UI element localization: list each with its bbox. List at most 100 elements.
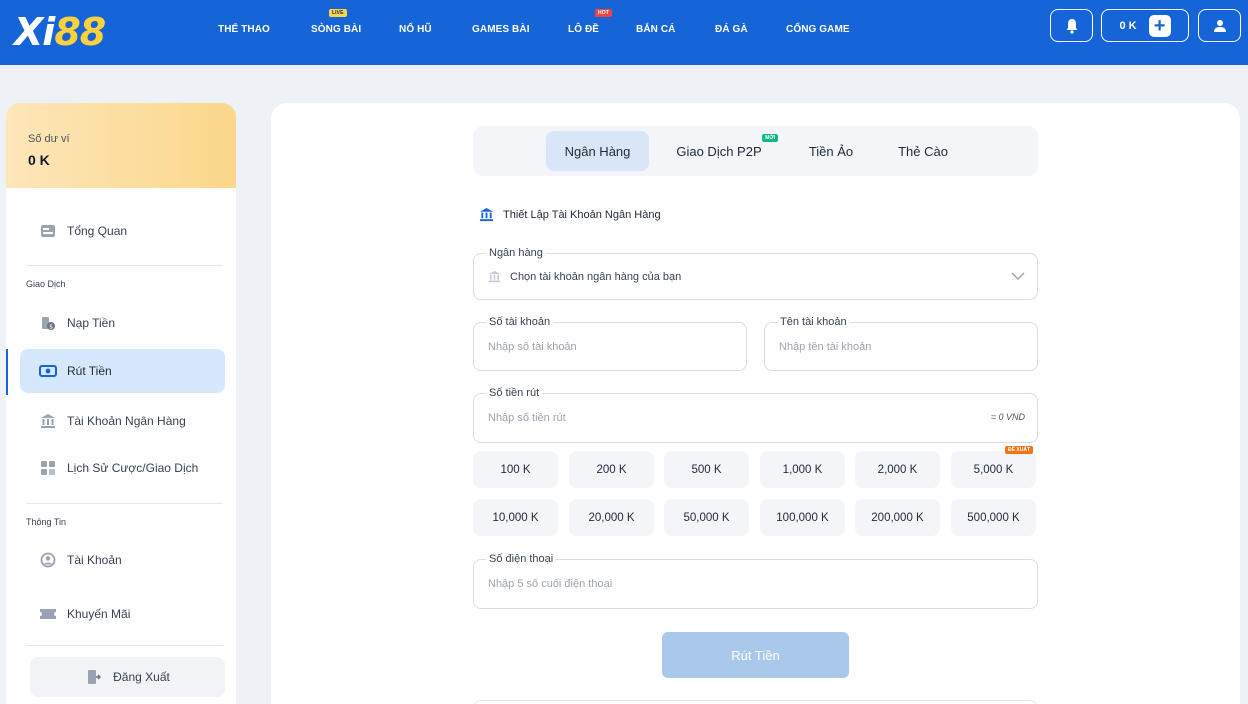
account-number-input[interactable]: Nhập số tài khoản [488, 323, 577, 370]
sidebar-item-account[interactable]: Tài Khoản [20, 538, 225, 582]
tab-p2p[interactable]: Giao Dịch P2P MỚI [663, 131, 778, 171]
tab-bank[interactable]: Ngân Hàng [546, 131, 649, 171]
user-icon [1213, 19, 1226, 32]
site-logo[interactable]: Xi88 [14, 8, 106, 56]
phone-field[interactable]: Số điện thoại Nhập 5 số cuối điện thoại [473, 553, 1038, 609]
bank-icon [39, 412, 57, 430]
chevron-down-icon [1011, 272, 1025, 281]
hot-badge: HOT [595, 9, 612, 17]
sidebar-item-label: Lịch Sử Cược/Giao Dịch [67, 461, 199, 475]
sidebar-item-withdraw[interactable]: Rút Tiền [20, 349, 225, 393]
wallet-card: Số dư ví 0 K [6, 103, 236, 188]
amount-option[interactable]: 100 K [473, 451, 558, 488]
account-sidebar: Số dư ví 0 K Tổng Quan Giao Dịch $ Nạp T… [6, 103, 236, 704]
amount-option[interactable]: 10,000 K [473, 499, 558, 536]
amount-label: 500 K [691, 463, 722, 476]
logo-number: 88 [54, 10, 106, 54]
nav-label: ĐÁ GÀ [715, 24, 748, 35]
logout-button[interactable]: Đăng Xuất [30, 657, 225, 697]
top-navbar: Xi88 THỂ THAO LIVE SÒNG BÀI NỔ HŨ GAMES B… [0, 0, 1248, 65]
amount-option[interactable]: 20,000 K [569, 499, 654, 536]
nav-casino[interactable]: LIVE SÒNG BÀI [311, 9, 362, 35]
amount-input[interactable]: Nhập số tiền rút [488, 394, 566, 442]
nav-label: NỔ HŨ [399, 24, 432, 35]
nav-slots[interactable]: NỔ HŨ [399, 24, 432, 35]
amount-option[interactable]: 200 K [569, 451, 654, 488]
sidebar-item-bank-account[interactable]: Tài Khoản Ngân Hàng [20, 399, 225, 443]
amount-option-recommended[interactable]: 5,000 K ĐỀ XUẤT [951, 446, 1036, 488]
nav-label: GAMES BÀI [472, 24, 530, 35]
bank-select-value: Chọn tài khoản ngân hàng của bạn [488, 254, 681, 299]
nav-lottery[interactable]: HOT LÔ ĐỀ [568, 9, 612, 35]
sidebar-item-label: Nạp Tiền [67, 316, 116, 330]
amount-label: 2,000 K [877, 463, 918, 476]
sidebar-item-label: Tổng Quan [67, 224, 128, 238]
plus-icon[interactable]: + [1148, 14, 1171, 37]
info-card [473, 700, 1038, 704]
tab-card[interactable]: Thẻ Cào [878, 131, 968, 171]
payment-method-tabs: Ngân Hàng Giao Dịch P2P MỚI Tiền Ảo Thẻ … [473, 126, 1038, 176]
account-name-field[interactable]: Tên tài khoản Nhập tên tài khoản [764, 316, 1038, 371]
balance-button[interactable]: 0 K + [1101, 9, 1189, 42]
sidebar-item-promotions[interactable]: Khuyến Mãi [20, 592, 225, 636]
account-name-input[interactable]: Nhập tên tài khoản [779, 323, 871, 370]
account-icon [39, 551, 57, 569]
amount-option[interactable]: 200,000 K [855, 499, 940, 536]
amount-field[interactable]: Số tiền rút Nhập số tiền rút = 0 VND [473, 387, 1038, 443]
amount-option[interactable]: 50,000 K [664, 499, 749, 536]
amount-option[interactable]: 1,000 K [760, 451, 845, 488]
nav-fishing[interactable]: BẮN CÁ [636, 24, 676, 35]
account-number-field[interactable]: Số tài khoản Nhập số tài khoản [473, 316, 747, 371]
logo-text: Xi [14, 10, 55, 54]
divider [26, 265, 223, 266]
nav-label: BẮN CÁ [636, 24, 676, 35]
tab-crypto[interactable]: Tiền Ảo [791, 131, 871, 171]
amount-label: 200,000 K [871, 511, 924, 524]
amount-label: 50,000 K [683, 511, 730, 524]
section-title: Thiết Lập Tài Khoản Ngân Hàng [479, 207, 661, 222]
bank-icon [488, 270, 501, 283]
nav-label: THỂ THAO [218, 24, 270, 35]
svg-text:$: $ [49, 324, 53, 331]
amount-option[interactable]: 100,000 K [760, 499, 845, 536]
tab-label: Ngân Hàng [564, 143, 631, 159]
tab-label: Giao Dịch P2P [676, 143, 762, 159]
amount-label: 10,000 K [492, 511, 539, 524]
bank-select[interactable]: Ngân hàng Chọn tài khoản ngân hàng của b… [473, 247, 1038, 300]
nav-game-portal[interactable]: CỔNG GAME [786, 24, 850, 35]
sidebar-item-deposit[interactable]: $ Nạp Tiền [20, 301, 225, 345]
amount-conversion: = 0 VND [990, 412, 1025, 422]
logout-label: Đăng Xuất [113, 670, 170, 684]
amount-option[interactable]: 2,000 K [855, 451, 940, 488]
user-button[interactable] [1198, 9, 1241, 42]
wallet-label: Số dư ví [28, 133, 70, 145]
active-indicator [6, 349, 8, 395]
nav-sports[interactable]: THỂ THAO [218, 24, 270, 35]
nav-label: CỔNG GAME [786, 24, 850, 35]
nav-card-games[interactable]: GAMES BÀI [472, 24, 530, 35]
amount-label: 100 K [500, 463, 531, 476]
section-transactions: Giao Dịch [26, 279, 66, 289]
new-badge: MỚI [762, 134, 778, 142]
sidebar-item-label: Khuyến Mãi [67, 607, 131, 621]
withdraw-submit-button[interactable]: Rút Tiền [662, 632, 849, 678]
history-icon [39, 459, 57, 477]
notification-button[interactable] [1050, 9, 1093, 42]
amount-option[interactable]: 500,000 K [951, 499, 1036, 536]
sidebar-item-label: Rút Tiền [67, 364, 112, 378]
amount-option[interactable]: 500 K [664, 451, 749, 488]
divider [26, 645, 223, 646]
phone-input[interactable]: Nhập 5 số cuối điện thoại [488, 560, 612, 608]
bank-placeholder: Chọn tài khoản ngân hàng của bạn [510, 270, 682, 283]
sidebar-item-history[interactable]: Lịch Sử Cược/Giao Dịch [20, 446, 225, 490]
sidebar-item-overview[interactable]: Tổng Quan [20, 209, 225, 253]
nav-cockfight[interactable]: ĐÁ GÀ [715, 24, 748, 35]
tab-label: Tiền Ảo [808, 143, 854, 159]
amount-label: 20,000 K [588, 511, 635, 524]
sidebar-item-label: Tài Khoản [67, 553, 122, 567]
live-badge: LIVE [329, 9, 347, 17]
recommended-badge: ĐỀ XUẤT [1005, 446, 1033, 454]
nav-label: SÒNG BÀI [311, 24, 362, 35]
dashboard-icon [39, 222, 57, 240]
divider [26, 503, 223, 504]
